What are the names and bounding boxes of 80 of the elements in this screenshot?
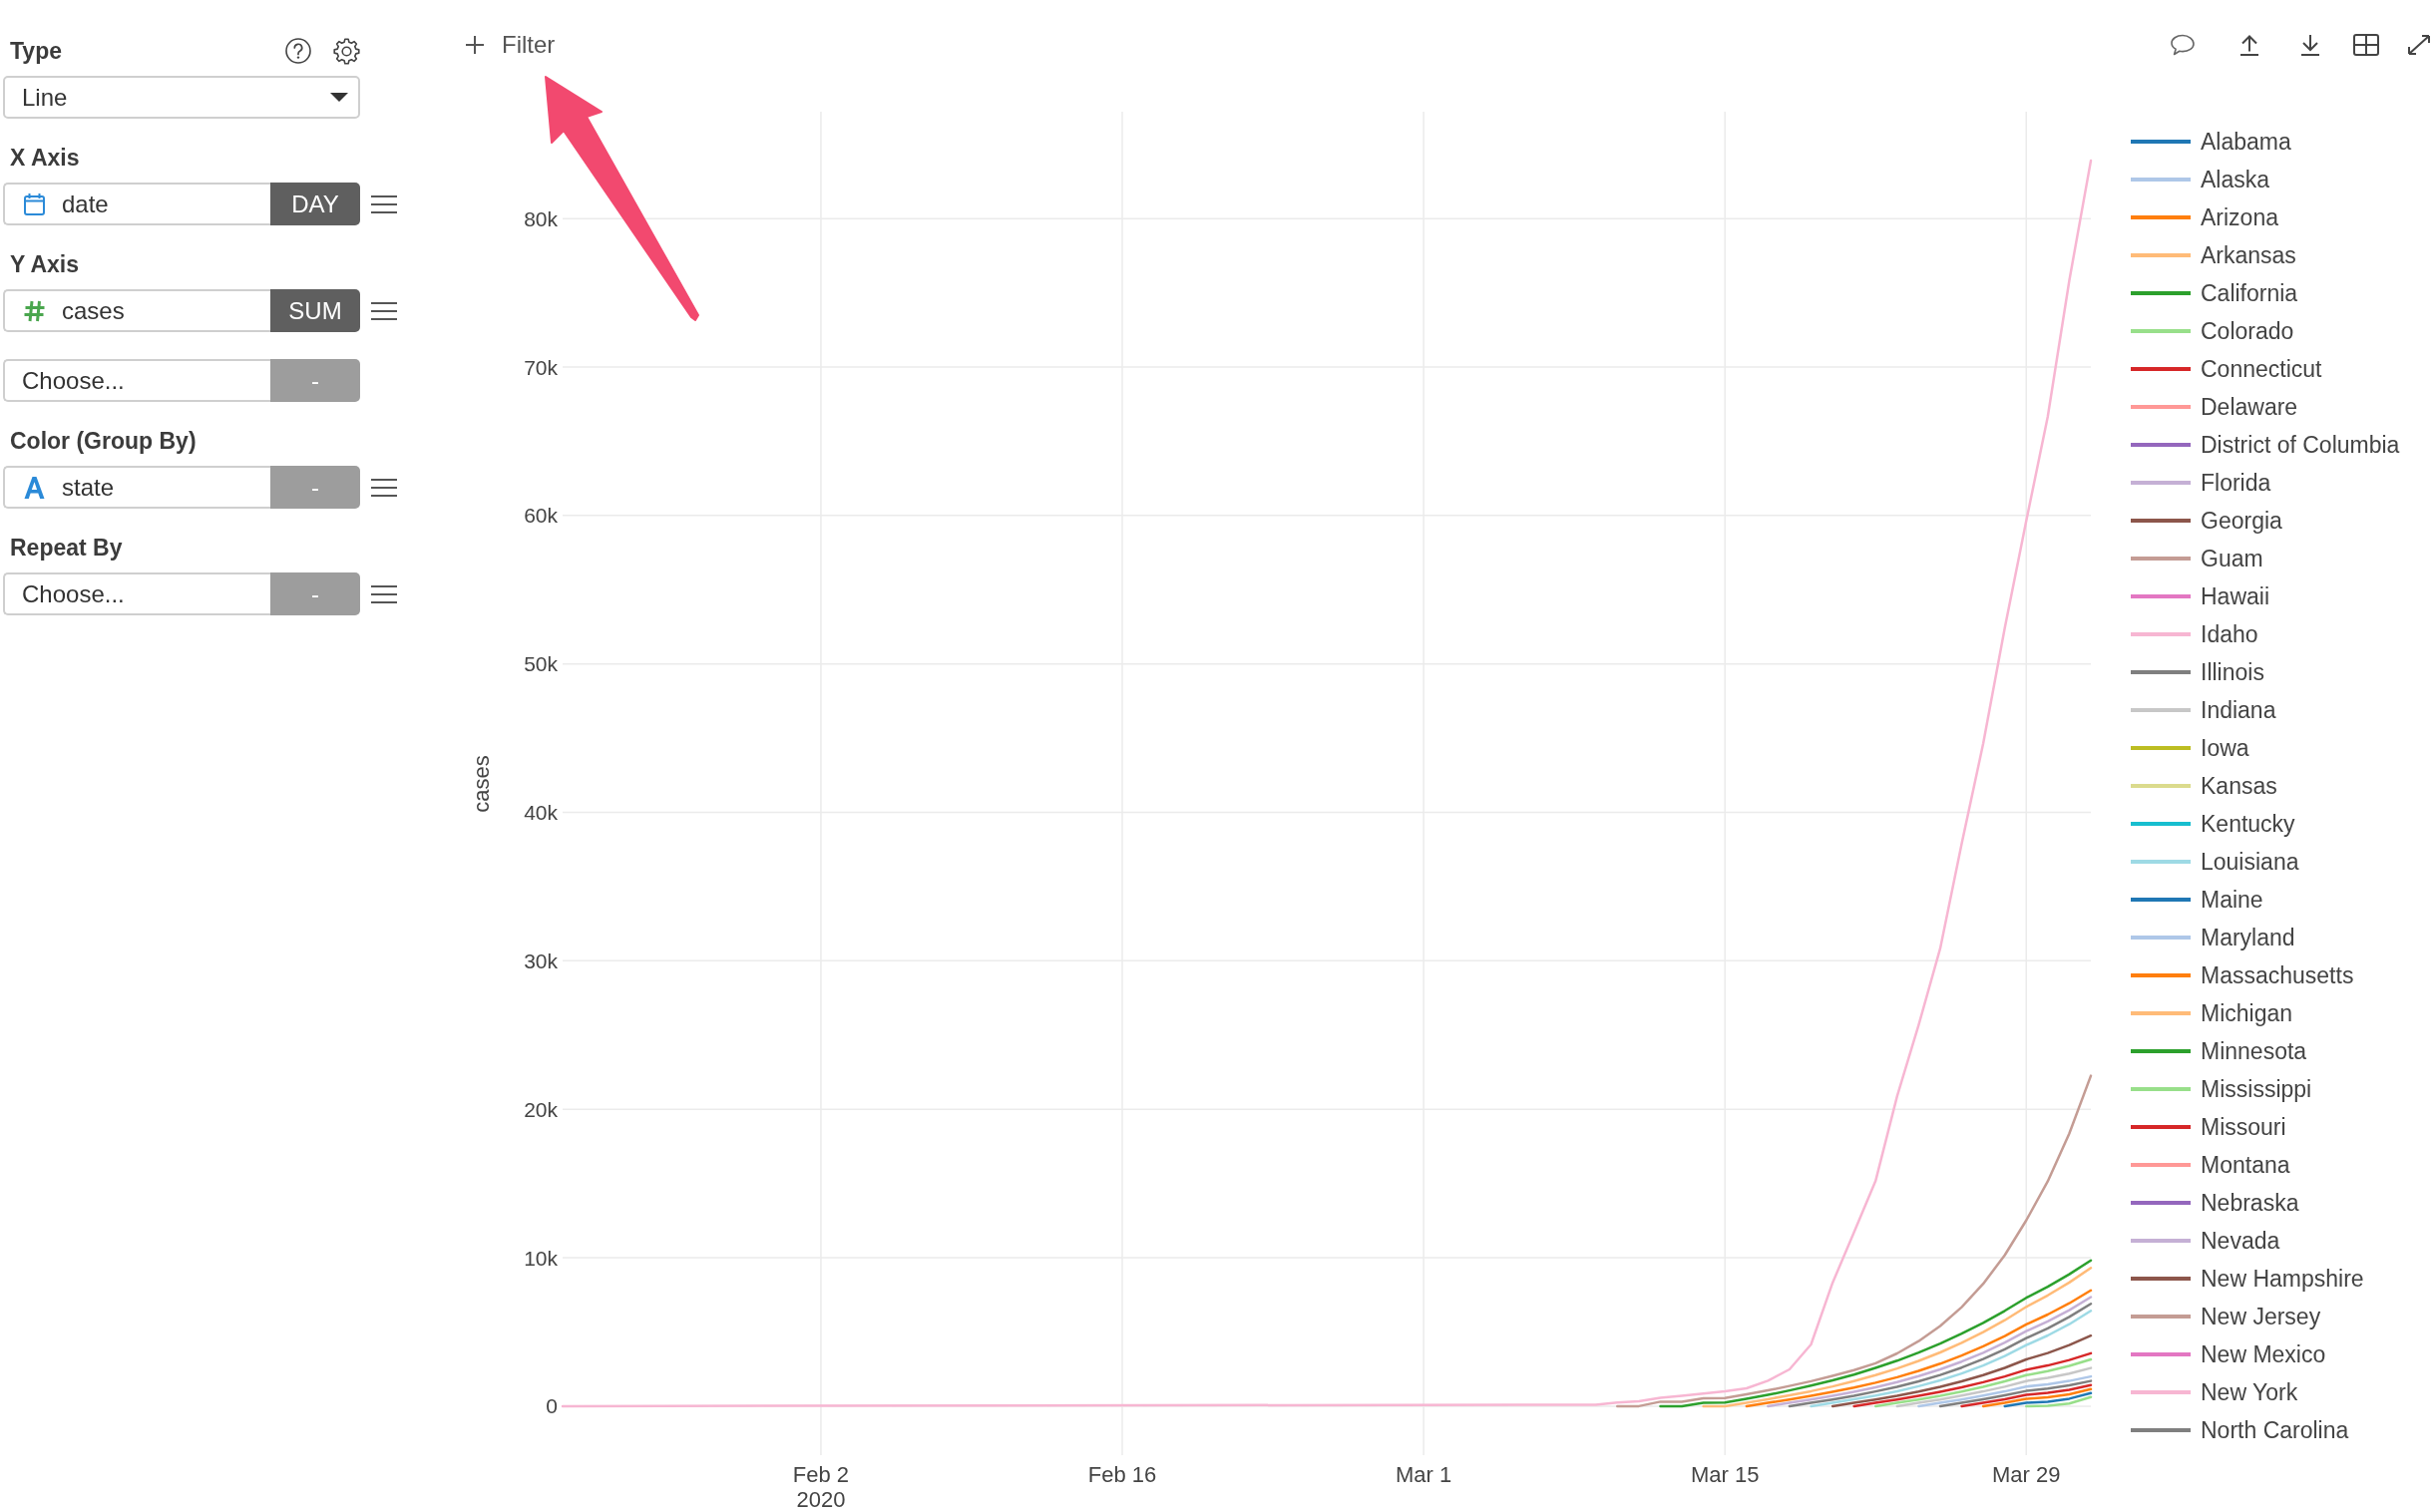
legend-item[interactable]: New Jersey	[2131, 1298, 2400, 1335]
legend-item[interactable]: Montana	[2131, 1146, 2400, 1184]
legend-item[interactable]: Louisiana	[2131, 843, 2400, 881]
settings-icon[interactable]	[333, 37, 360, 65]
menu-icon[interactable]	[371, 301, 397, 320]
axis-tick-label: 80k	[524, 206, 558, 230]
axis-tick-label: Mar 1	[1395, 1462, 1452, 1487]
axis-tick-label: Mar 15	[1690, 1462, 1760, 1487]
column-select[interactable]: state	[3, 466, 270, 509]
axis-tick-label: Feb 2 2020	[792, 1462, 850, 1512]
axis-title: cases	[469, 755, 494, 813]
menu-icon[interactable]	[371, 478, 397, 497]
legend-item[interactable]: Alaska	[2131, 161, 2400, 198]
column-select[interactable]: date	[3, 183, 270, 225]
legend-item[interactable]: Massachusetts	[2131, 956, 2400, 994]
upload-icon[interactable]	[2239, 34, 2259, 56]
column-select[interactable]: cases	[3, 289, 270, 332]
legend-item[interactable]: Arkansas	[2131, 236, 2400, 274]
legend-item[interactable]: New Mexico	[2131, 1335, 2400, 1373]
axis-tick-label: 70k	[524, 355, 558, 379]
axis-tick-label: Mar 29	[1992, 1462, 2061, 1487]
caret-icon	[330, 93, 348, 102]
chart-type-select[interactable]: Line	[3, 76, 360, 119]
legend-item[interactable]: Missouri	[2131, 1108, 2400, 1146]
help-icon[interactable]	[285, 38, 311, 64]
section-label: X Axis	[10, 144, 80, 172]
column-select[interactable]: Choose...	[3, 359, 270, 402]
legend-item[interactable]: Kansas	[2131, 767, 2400, 805]
menu-icon[interactable]	[371, 194, 397, 213]
aggregation-button[interactable]: SUM	[270, 289, 360, 332]
axis-tick-label: 30k	[524, 948, 558, 972]
axis-tick-label: 0	[546, 1394, 558, 1418]
legend-item[interactable]: New York	[2131, 1373, 2400, 1411]
legend-item[interactable]: Illinois	[2131, 653, 2400, 691]
axis-tick-label: Feb 16	[1087, 1462, 1157, 1487]
menu-icon[interactable]	[371, 584, 397, 603]
column-select[interactable]: Choose...	[3, 572, 270, 615]
legend-item[interactable]: Indiana	[2131, 691, 2400, 729]
legend-item[interactable]: Alabama	[2131, 123, 2400, 161]
legend-item[interactable]: Minnesota	[2131, 1032, 2400, 1070]
legend-item[interactable]: California	[2131, 274, 2400, 312]
axis-tick-label: 10k	[524, 1246, 558, 1270]
legend-item[interactable]: Florida	[2131, 464, 2400, 502]
axis-tick-label: 50k	[524, 652, 558, 676]
legend-item[interactable]: Connecticut	[2131, 350, 2400, 388]
table-icon[interactable]	[2353, 34, 2379, 56]
comment-icon[interactable]	[2170, 34, 2196, 56]
legend-item[interactable]: Idaho	[2131, 615, 2400, 653]
legend-item[interactable]: Maine	[2131, 881, 2400, 919]
section-label: Y Axis	[10, 250, 80, 278]
axis-tick-label: 40k	[524, 801, 558, 824]
legend-item[interactable]: New Hampshire	[2131, 1260, 2400, 1298]
legend-item[interactable]: Iowa	[2131, 729, 2400, 767]
legend-item[interactable]: District of Columbia	[2131, 426, 2400, 464]
legend-item[interactable]: Kentucky	[2131, 805, 2400, 843]
legend-item[interactable]: Nebraska	[2131, 1184, 2400, 1222]
text-type-icon	[24, 476, 45, 499]
calendar-icon	[24, 192, 45, 215]
download-icon[interactable]	[2300, 34, 2320, 56]
legend-item[interactable]: Nevada	[2131, 1222, 2400, 1260]
axis-tick-label: 20k	[524, 1097, 558, 1121]
legend-item[interactable]: Maryland	[2131, 919, 2400, 956]
axis-tick-label: 60k	[524, 504, 558, 528]
legend-item[interactable]: Georgia	[2131, 502, 2400, 540]
section-label: Repeat By	[10, 534, 123, 562]
legend-item[interactable]: Mississippi	[2131, 1070, 2400, 1108]
legend-item[interactable]: Colorado	[2131, 312, 2400, 350]
legend-item[interactable]: Guam	[2131, 540, 2400, 577]
legend-item[interactable]: North Carolina	[2131, 1411, 2400, 1449]
legend-item[interactable]: Michigan	[2131, 994, 2400, 1032]
hash-icon	[24, 299, 45, 322]
filter-button[interactable]: Filter	[465, 27, 556, 63]
legend-item[interactable]: Arizona	[2131, 198, 2400, 236]
legend-item[interactable]: Hawaii	[2131, 577, 2400, 615]
plus-icon	[465, 35, 485, 55]
aggregation-button[interactable]: DAY	[270, 183, 360, 225]
expand-icon[interactable]	[2407, 34, 2431, 56]
legend-item[interactable]: Delaware	[2131, 388, 2400, 426]
section-label: Color (Group By)	[10, 427, 197, 455]
section-label: Type	[10, 37, 62, 65]
